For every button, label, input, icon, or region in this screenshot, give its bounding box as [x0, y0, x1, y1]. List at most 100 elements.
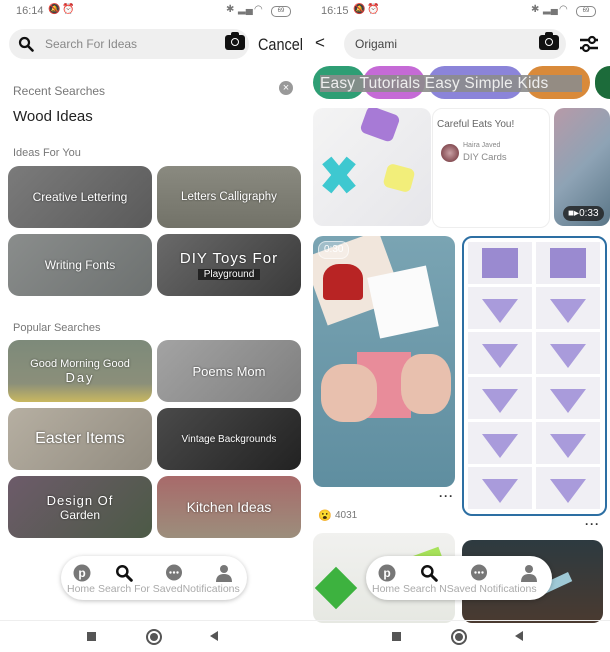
signal-icon: ▂▄ — [238, 4, 253, 15]
back-button[interactable] — [210, 631, 218, 641]
butterfly-step-cell — [536, 332, 600, 374]
nav-notifications-label[interactable]: Notifications — [479, 583, 536, 595]
back-button[interactable] — [515, 631, 523, 641]
alarm-icon: ⏰ — [367, 4, 380, 15]
butterfly-step-cell — [536, 242, 600, 284]
bluetooth-icon: ✱ — [226, 4, 235, 15]
nav-saved-label[interactable]: Saved — [153, 583, 183, 595]
nav-labels: Home Search NSaved Notifications — [372, 583, 537, 595]
cancel-button[interactable]: Cancel — [258, 35, 303, 55]
popular-tile-design-of-garden[interactable]: Design Of Garden — [8, 476, 152, 538]
butterfly-step-cell — [536, 422, 600, 464]
nav-home-label[interactable]: Home — [67, 583, 95, 595]
back-arrow-icon[interactable]: < — [315, 33, 325, 53]
reaction-wow-icon: 😮 — [318, 510, 332, 522]
nav-home-label[interactable]: Home — [372, 583, 400, 595]
svg-text:p: p — [383, 566, 390, 580]
pin-love-card-video[interactable]: 0:30 — [313, 236, 455, 487]
search-screen: 16:14 🔕 ⏰ ✱ ▂▄ ◠ 69 Search For Ideas Can… — [0, 0, 305, 652]
idea-tile-creative-lettering[interactable]: Creative Lettering — [8, 166, 152, 228]
pin-origami-toys[interactable] — [313, 108, 431, 226]
status-time: 16:15 — [321, 5, 349, 17]
nav-search-label[interactable]: Search For — [98, 583, 150, 595]
search-placeholder: Search For Ideas — [45, 37, 138, 51]
recent-search-item[interactable]: Wood Ideas — [13, 108, 93, 125]
recent-searches-label: Recent Searches — [13, 84, 106, 98]
nav-search-label[interactable]: Search N — [403, 583, 447, 595]
butterfly-step-cell — [468, 377, 532, 419]
idea-tile-writing-fonts[interactable]: Writing Fonts — [8, 234, 152, 296]
nav-saved-label[interactable]: Saved — [447, 583, 477, 595]
popular-tile-easter-items[interactable]: Easter Items — [8, 408, 152, 470]
search-input[interactable]: Search For Ideas — [9, 29, 249, 59]
dnd-icon: 🔕 — [353, 4, 366, 15]
video-duration-badge: ■▸0:33 — [563, 206, 604, 221]
popular-tile-vintage-backgrounds[interactable]: Vintage Backgrounds — [157, 408, 301, 470]
butterfly-step-cell — [536, 467, 600, 509]
wifi-icon: ◠ — [559, 4, 568, 15]
clear-recent-icon[interactable]: × — [279, 81, 293, 95]
nav-notifications-label[interactable]: Notifications — [183, 583, 240, 595]
nav-labels: Home Search For SavedNotifications — [67, 583, 240, 595]
pin-title: Careful Eats You! — [437, 119, 515, 130]
profile-icon[interactable] — [214, 563, 234, 583]
idea-tile-letters-calligraphy[interactable]: Letters Calligraphy — [157, 166, 301, 228]
bottom-nav: p Home Search NSaved Notifications — [366, 556, 552, 600]
more-options-icon[interactable]: ··· — [585, 517, 600, 531]
popular-tile-kitchen-ideas[interactable]: Kitchen Ideas — [157, 476, 301, 538]
search-nav-icon[interactable] — [114, 563, 134, 583]
pinterest-home-icon[interactable]: p — [377, 563, 397, 583]
battery-icon: 69 — [271, 6, 291, 17]
battery-icon: 69 — [576, 6, 596, 17]
chips-text: Easy Tutorials Easy Simple Kids — [320, 75, 582, 92]
butterfly-step-cell — [468, 287, 532, 329]
recents-button[interactable] — [392, 632, 401, 641]
system-nav-bar — [305, 620, 610, 652]
status-bar: 16:15 🔕 ⏰ ✱ ▂▄ ◠ 69 — [305, 0, 610, 22]
idea-tile-diy-toys[interactable]: DIY Toys For Playground — [157, 234, 301, 296]
camera-icon[interactable] — [225, 32, 245, 50]
search-query: Origami — [355, 37, 398, 51]
popular-tile-good-morning[interactable]: Good Morning Good Day — [8, 340, 152, 402]
more-options-icon[interactable]: ··· — [439, 489, 454, 503]
bottom-nav: p Home Search For SavedNotifications — [61, 556, 247, 600]
popular-searches-label: Popular Searches — [13, 322, 101, 334]
video-camera-icon: ■▸ — [568, 208, 580, 219]
home-button[interactable] — [146, 629, 162, 645]
system-nav-bar — [0, 620, 305, 652]
status-bar: 16:14 🔕 ⏰ ✱ ▂▄ ◠ 69 — [0, 0, 305, 22]
butterfly-step-cell — [468, 242, 532, 284]
butterfly-step-cell — [536, 377, 600, 419]
messages-icon[interactable] — [469, 563, 489, 583]
chip-more[interactable] — [595, 66, 610, 99]
home-button[interactable] — [451, 629, 467, 645]
filter-icon[interactable] — [579, 35, 599, 53]
pin-user[interactable]: Haira Javed — [463, 142, 500, 149]
pinterest-home-icon[interactable]: p — [72, 563, 92, 583]
status-time: 16:14 — [16, 5, 44, 17]
profile-icon[interactable] — [519, 563, 539, 583]
search-input[interactable]: Origami — [344, 29, 566, 59]
butterfly-step-cell — [468, 332, 532, 374]
popular-tile-poems-mom[interactable]: Poems Mom — [157, 340, 301, 402]
wifi-icon: ◠ — [254, 4, 263, 15]
search-results-screen: 16:15 🔕 ⏰ ✱ ▂▄ ◠ 69 < Origami Easy Tutor… — [305, 0, 610, 652]
dnd-icon: 🔕 — [48, 4, 61, 15]
butterfly-step-cell — [536, 287, 600, 329]
camera-icon[interactable] — [539, 32, 559, 50]
alarm-icon: ⏰ — [62, 4, 75, 15]
signal-icon: ▂▄ — [543, 4, 558, 15]
pin-origami-wheel-video[interactable]: ■▸0:33 — [554, 108, 610, 226]
reaction-count: 4031 — [335, 510, 358, 521]
ideas-for-you-label: Ideas For You — [13, 147, 81, 159]
video-duration-badge: 0:30 — [318, 241, 350, 259]
user-avatar[interactable] — [441, 144, 459, 162]
search-nav-icon[interactable] — [419, 563, 439, 583]
pin-board[interactable]: DIY Cards — [463, 152, 507, 163]
pin-butterfly-steps[interactable] — [462, 236, 607, 516]
recents-button[interactable] — [87, 632, 96, 641]
butterfly-step-cell — [468, 422, 532, 464]
pin-careful-eats-card[interactable]: Careful Eats You! Haira Javed DIY Cards — [432, 108, 550, 228]
messages-icon[interactable] — [164, 563, 184, 583]
butterfly-step-cell — [468, 467, 532, 509]
